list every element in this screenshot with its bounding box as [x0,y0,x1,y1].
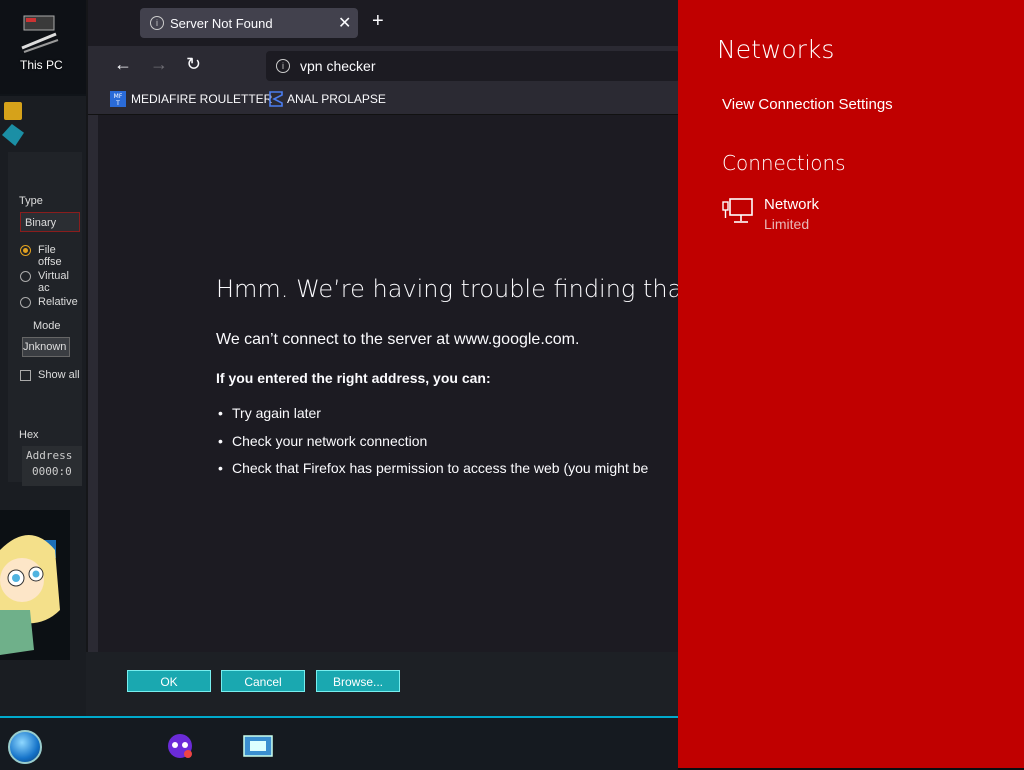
error-title: Hmm. We’re having trouble finding that s… [216,275,680,303]
network-name: Network [764,196,820,213]
forward-icon[interactable]: → [150,54,168,75]
show-all-checkbox[interactable] [20,370,31,381]
hex-offset: 0000:0 [32,465,72,478]
desktop-icon-label: This PC [20,58,63,72]
error-hint: If you entered the right address, you ca… [216,370,491,386]
dialog-button-bar: OK Cancel Browse... [86,652,678,716]
tab-close-icon[interactable]: ✕ [338,13,351,33]
firefox-window: i Server Not Found ✕ + ← → ↻ i vpn check… [86,0,680,652]
mode-label: Mode [33,320,61,332]
start-button[interactable] [8,730,42,764]
tab-strip: i Server Not Found ✕ + [88,0,680,46]
bookmarks-toolbar: MF T MEDIAFIRE ROULETTER ANAL PROLAPSE [88,86,680,115]
type-label: Type [19,195,43,207]
error-suggestion: Check that Firefox has permission to acc… [218,460,648,476]
desktop-icon-this-pc[interactable]: This PC [0,0,86,94]
navigation-bar: ← → ↻ i vpn checker [88,46,680,86]
relative-label: Relative [38,296,78,308]
connections-heading: Connections [722,151,846,175]
site-info-icon[interactable]: i [276,59,290,73]
tab-title: Server Not Found [170,16,273,31]
show-all-label: Show all [38,369,80,381]
network-connection-item[interactable]: Network Limited [722,192,982,238]
error-suggestion: Try again later [218,405,321,421]
error-suggestion: Check your network connection [218,433,427,449]
sigma-icon [269,91,283,107]
page-content: Hmm. We’re having trouble finding that s… [98,115,680,652]
mode-select[interactable]: Jnknown [22,337,70,357]
toolbar-icon[interactable] [4,102,22,120]
svg-text:MF: MF [114,93,123,100]
error-subtitle: We can’t connect to the server at www.go… [216,331,580,348]
hex-view[interactable]: Address 0000:0 [22,446,82,486]
cancel-button[interactable]: Cancel [221,670,305,692]
url-text[interactable]: vpn checker [300,58,375,74]
app-icon[interactable] [2,124,24,146]
wired-network-icon [722,198,753,223]
computer-icon [21,15,59,53]
bookmark-mediafire[interactable]: MEDIAFIRE ROULETTER [131,92,272,106]
app-mask-icon[interactable] [164,732,196,760]
bookmark-anal-prolapse[interactable]: ANAL PROLAPSE [287,92,386,106]
networks-title: Networks [717,35,835,64]
tab-server-not-found[interactable]: i Server Not Found ✕ [140,8,358,38]
reload-icon[interactable]: ↻ [186,54,201,75]
mediafire-icon: MF T [110,91,126,107]
networks-panel: Networks View Connection Settings Connec… [678,0,1024,768]
taskbar [0,716,678,770]
file-offset-radio[interactable] [20,245,31,256]
relative-radio[interactable] [20,297,31,308]
browse-button[interactable]: Browse... [316,670,400,692]
hex-address-header: Address [26,449,73,462]
back-icon[interactable]: ← [114,54,132,75]
file-explorer-icon[interactable] [242,732,274,760]
url-bar[interactable]: i vpn checker [266,51,680,81]
type-select[interactable]: Binary [20,212,80,232]
ok-button[interactable]: OK [127,670,211,692]
options-panel: Type Binary File offse Virtual ac Relati… [8,152,82,482]
new-tab-icon[interactable]: + [372,10,384,33]
info-icon: i [150,16,164,30]
virtual-address-radio[interactable] [20,271,31,282]
file-offset-label: File offse [38,244,62,268]
hex-label: Hex [19,429,39,441]
character-image [0,510,70,660]
svg-text:T: T [115,100,120,107]
view-connection-settings-link[interactable]: View Connection Settings [722,96,893,113]
virtual-address-label: Virtual ac [38,270,69,294]
network-status: Limited [764,216,810,232]
